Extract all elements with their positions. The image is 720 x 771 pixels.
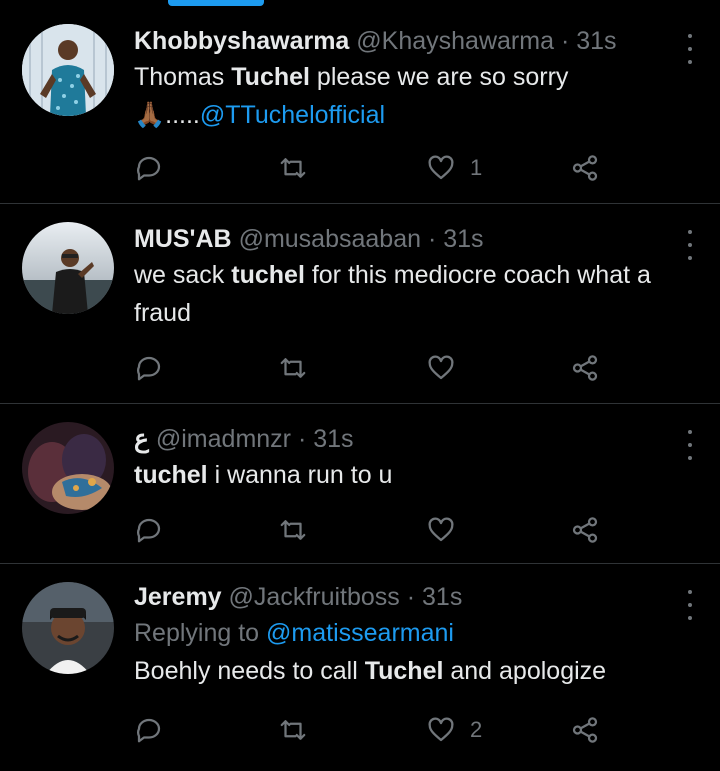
share-button[interactable] <box>570 348 600 388</box>
like-count: 1 <box>470 155 483 180</box>
separator: · <box>297 425 307 453</box>
share-icon <box>572 517 598 543</box>
reply-icon <box>137 518 161 543</box>
separator: · <box>427 225 437 253</box>
tweet[interactable]: MUS'AB @musabsaaban · 31s we sack tuchel… <box>0 204 720 404</box>
avatar[interactable] <box>22 222 114 314</box>
tweet-header: Jeremy @Jackfruitboss · 31s <box>134 580 692 614</box>
user-handle[interactable]: @Khayshawarma <box>356 27 554 55</box>
more-icon[interactable] <box>686 230 694 260</box>
tweet[interactable]: Jeremy @Jackfruitboss · 31s Replying to … <box>0 564 720 769</box>
like-button[interactable]: 1 <box>426 148 482 188</box>
like-button[interactable] <box>426 348 470 388</box>
replying-to: Replying to @matissearmani <box>134 614 692 652</box>
timestamp[interactable]: 31s <box>576 27 616 55</box>
tweet-header: ع @imadmnzr · 31s <box>134 422 692 456</box>
tweet-text: tuchel i wanna run to u <box>134 456 692 494</box>
highlight-keyword: Tuchel <box>364 657 444 685</box>
tweet-actions: 1 <box>134 148 614 188</box>
reply-icon <box>137 156 161 181</box>
tweet-actions <box>134 348 614 388</box>
share-icon <box>572 717 598 743</box>
highlight-keyword: tuchel <box>231 261 305 289</box>
text-segment: Thomas <box>134 63 232 91</box>
tweet-text: Boehly needs to call Tuchel and apologiz… <box>134 652 692 690</box>
like-button[interactable]: 2 <box>426 710 482 750</box>
display-name[interactable]: MUS'AB <box>134 225 232 253</box>
more-icon[interactable] <box>686 34 694 64</box>
retweet-icon <box>280 358 306 378</box>
tweet-text: we sack tuchel for this mediocre coach w… <box>134 256 692 332</box>
mention-link[interactable]: @matissearmani <box>266 619 454 647</box>
more-icon[interactable] <box>686 590 694 620</box>
text-segment: Boehly needs to call <box>134 657 365 685</box>
tweet[interactable]: ع @imadmnzr · 31s tuchel i wanna run to … <box>0 404 720 564</box>
separator: · <box>560 27 570 55</box>
display-name[interactable]: Khobbyshawarma <box>134 27 349 55</box>
reply-icon <box>137 718 161 743</box>
avatar[interactable] <box>22 24 114 116</box>
text-segment: please we are so sorry <box>309 63 569 91</box>
reply-button[interactable] <box>134 510 164 550</box>
timestamp[interactable]: 31s <box>422 583 462 611</box>
retweet-button[interactable] <box>278 710 308 750</box>
highlight-keyword: tuchel <box>134 461 208 489</box>
retweet-button[interactable] <box>278 148 308 188</box>
share-button[interactable] <box>570 510 600 550</box>
text-segment: ..... <box>165 101 200 129</box>
heart-icon <box>428 517 454 542</box>
tweet-actions <box>134 510 614 550</box>
tweet-feed: Khobbyshawarma @Khayshawarma · 31s Thoma… <box>0 8 720 769</box>
heart-icon <box>428 717 454 742</box>
display-name[interactable]: Jeremy <box>134 583 222 611</box>
reply-icon <box>137 356 161 381</box>
display-name[interactable]: ع <box>134 425 149 453</box>
share-button[interactable] <box>570 710 600 750</box>
user-handle[interactable]: @Jackfruitboss <box>229 583 400 611</box>
retweet-icon <box>280 158 306 178</box>
tweet-header: Khobbyshawarma @Khayshawarma · 31s <box>134 24 692 58</box>
retweet-icon <box>280 520 306 540</box>
tweet-actions: 2 <box>134 710 614 750</box>
retweet-button[interactable] <box>278 348 308 388</box>
mention-link[interactable]: @TTuchelofficial <box>200 101 385 129</box>
timestamp[interactable]: 31s <box>313 425 353 453</box>
pray-emoji: 🙏🏾 <box>134 101 166 129</box>
heart-icon <box>428 155 454 180</box>
reply-button[interactable] <box>134 148 164 188</box>
more-icon[interactable] <box>686 430 694 460</box>
user-handle[interactable]: @imadmnzr <box>156 425 291 453</box>
tab-indicator <box>168 0 264 6</box>
text-segment: we sack <box>134 261 232 289</box>
reply-button[interactable] <box>134 348 164 388</box>
tweet[interactable]: Khobbyshawarma @Khayshawarma · 31s Thoma… <box>0 8 720 204</box>
replying-label: Replying to <box>134 619 260 647</box>
reply-button[interactable] <box>134 710 164 750</box>
tweet-header: MUS'AB @musabsaaban · 31s <box>134 222 692 256</box>
like-count: 2 <box>470 717 483 742</box>
highlight-keyword: Tuchel <box>231 63 310 91</box>
avatar[interactable] <box>22 422 114 514</box>
user-handle[interactable]: @musabsaaban <box>239 225 421 253</box>
share-icon <box>572 355 598 381</box>
share-icon <box>572 155 598 181</box>
tweet-text: Thomas Tuchel please we are so sorry 🙏🏾.… <box>134 58 692 134</box>
timestamp[interactable]: 31s <box>443 225 483 253</box>
text-segment: and apologize <box>443 657 607 685</box>
heart-icon <box>428 355 454 380</box>
share-button[interactable] <box>570 148 600 188</box>
retweet-icon <box>280 720 306 740</box>
avatar[interactable] <box>22 582 114 674</box>
text-segment: i wanna run to u <box>207 461 393 489</box>
like-button[interactable] <box>426 510 470 550</box>
separator: · <box>406 583 416 611</box>
retweet-button[interactable] <box>278 510 308 550</box>
